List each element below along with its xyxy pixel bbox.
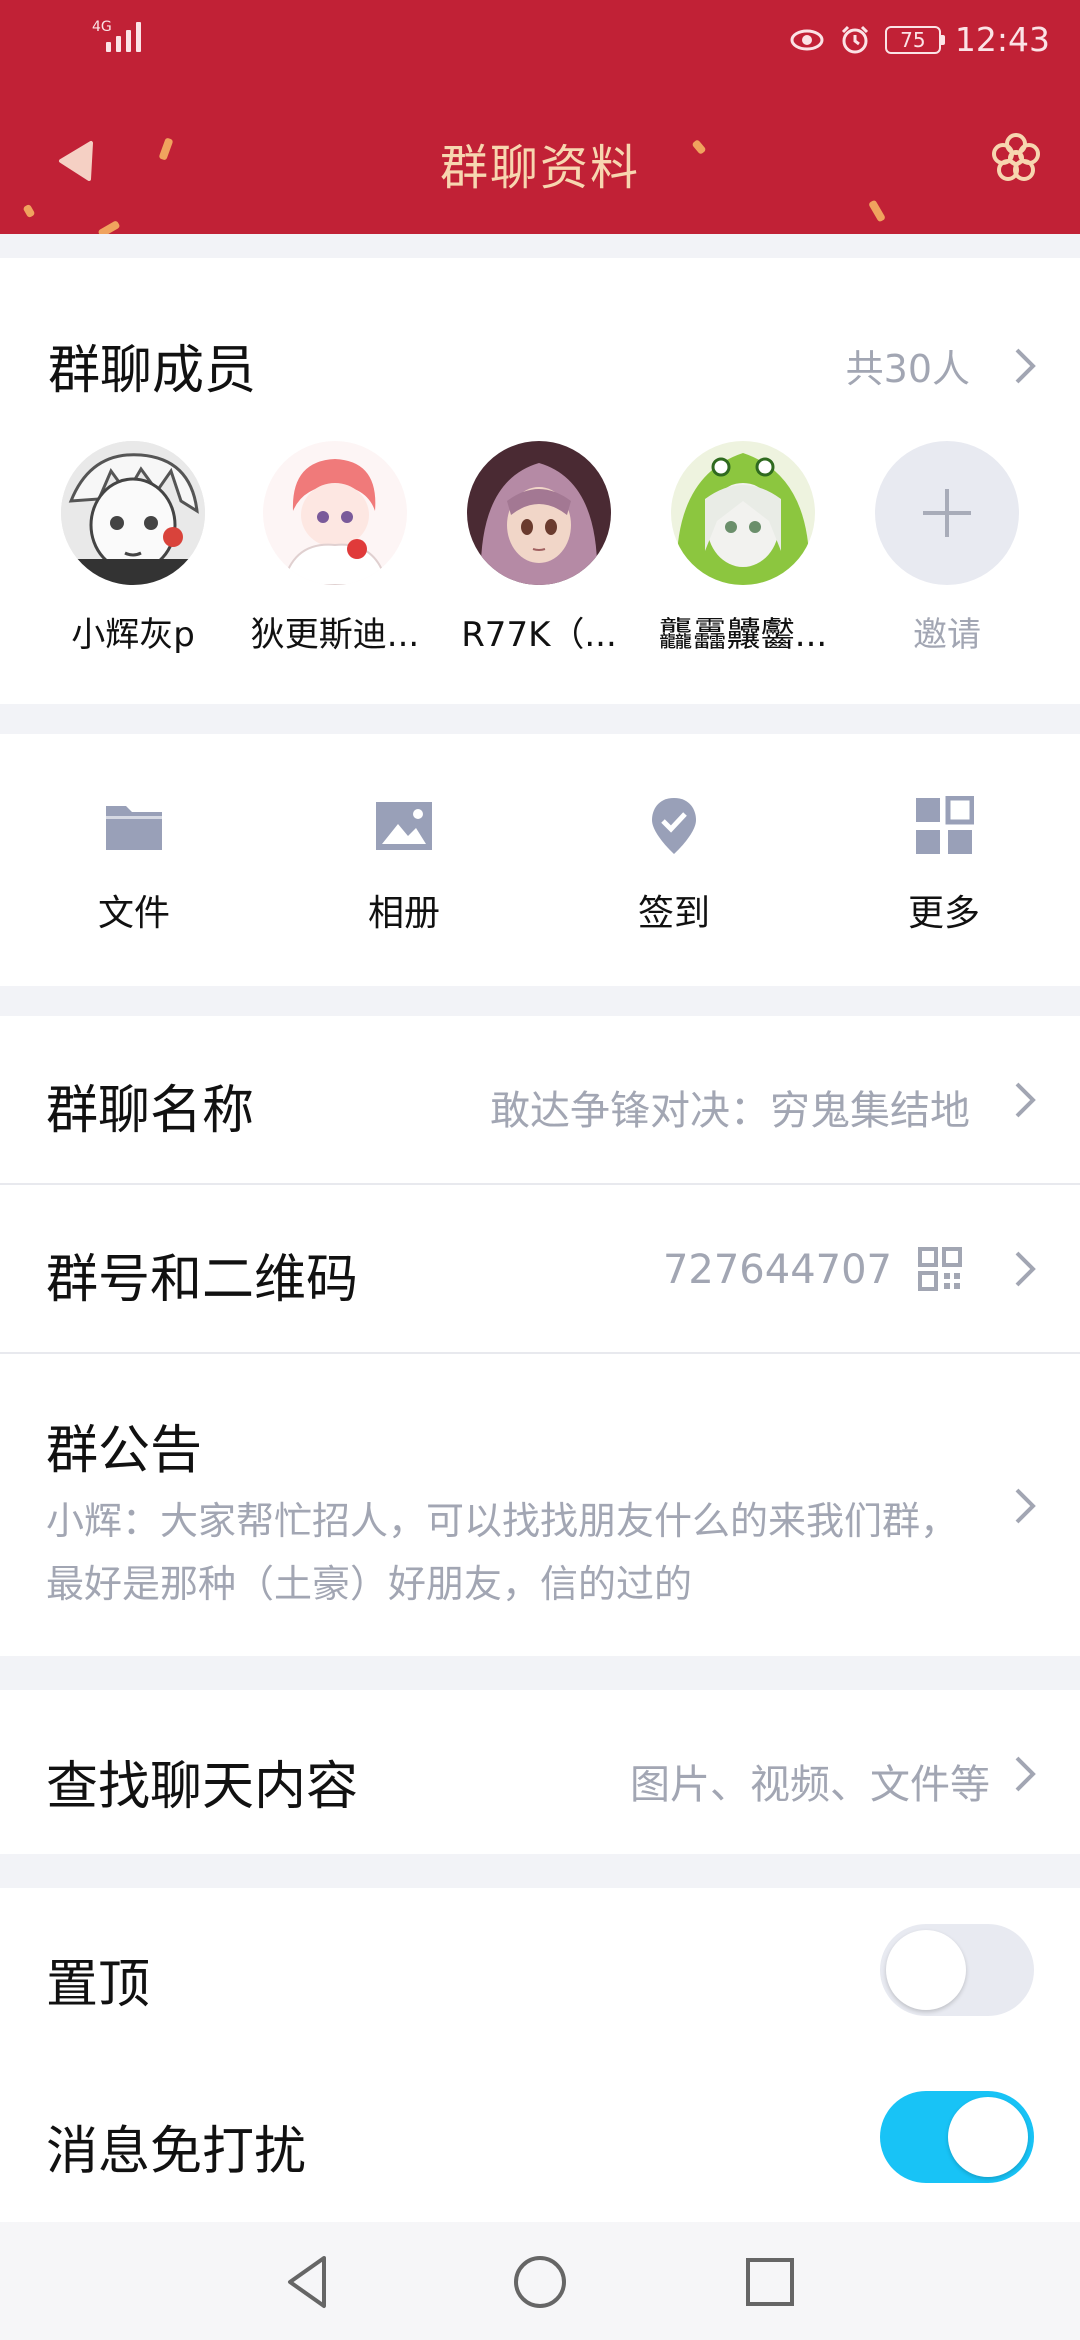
signal-icon [106, 22, 141, 52]
chevron-right-icon [1015, 1756, 1036, 1792]
member-item[interactable]: 小辉灰p [38, 441, 228, 656]
qr-code-icon [918, 1247, 962, 1291]
member-item[interactable]: 龘靐齉齾... [648, 441, 838, 656]
group-notice-label: 群公告 [46, 1421, 203, 1481]
members-section: 群聊成员 共30人 小辉灰p 狄更斯迪... R77K（... 龘靐齉齾... … [0, 258, 1080, 704]
header-bar: 4G 75 12:43 群聊资料 [0, 0, 1080, 234]
member-item[interactable]: R77K（... [444, 441, 634, 656]
toggle-knob [886, 1930, 966, 2010]
invite-button[interactable]: 邀请 [852, 441, 1042, 656]
toggle-knob [948, 2097, 1028, 2177]
pin-row: 置顶 [0, 1888, 1080, 2055]
group-notice-text: 小辉：大家帮忙招人，可以找找朋友什么的来我们群，最好是那种（土豪）好朋友，信的过… [46, 1499, 959, 1606]
chevron-right-icon [1015, 1082, 1036, 1118]
search-chat-label: 查找聊天内容 [46, 1757, 359, 1817]
confetti-decoration [97, 220, 121, 234]
search-chat-hint: 图片、视频、文件等 [630, 1762, 990, 1808]
group-id-value: 727644707 [662, 1247, 892, 1293]
page-title: 群聊资料 [439, 140, 640, 196]
tool-label: 签到 [637, 893, 710, 934]
nav-home-icon[interactable] [510, 2252, 570, 2312]
member-name: 狄更斯迪... [250, 615, 420, 655]
group-name-row[interactable]: 群聊名称 敢达争锋对决：穷鬼集结地 [0, 1016, 1080, 1183]
avatar [467, 441, 611, 585]
invite-circle [875, 441, 1019, 585]
confetti-decoration [22, 203, 36, 219]
alarm-icon [841, 25, 868, 53]
grid-icon [916, 795, 975, 854]
avatar [263, 441, 407, 585]
invite-label: 邀请 [913, 615, 981, 655]
group-id-label: 群号和二维码 [46, 1250, 359, 1310]
tool-checkin[interactable]: 签到 [584, 796, 764, 936]
clock: 12:43 [954, 20, 1050, 59]
system-nav-bar [0, 2222, 1080, 2340]
group-name-label: 群聊名称 [46, 1081, 255, 1141]
tool-label: 更多 [907, 893, 980, 934]
plus-icon [923, 489, 971, 537]
tool-label: 相册 [367, 893, 440, 934]
status-bar: 4G 75 12:43 [0, 0, 1080, 84]
pin-toggle[interactable] [880, 1924, 1034, 2016]
members-title: 群聊成员 [48, 341, 257, 401]
group-name-value: 敢达争锋对决：穷鬼集结地 [490, 1088, 970, 1134]
tool-files[interactable]: 文件 [44, 796, 224, 936]
member-name: R77K（... [461, 615, 617, 655]
flower-icon [992, 133, 1040, 181]
members-count[interactable]: 共30人 [846, 338, 970, 393]
mute-label: 消息免打扰 [46, 2122, 307, 2182]
chevron-right-icon [1015, 1251, 1036, 1287]
switches-section: 置顶 消息免打扰 [0, 1888, 1080, 2222]
nav-recents-icon[interactable] [740, 2252, 800, 2312]
tool-album[interactable]: 相册 [314, 796, 494, 936]
chevron-right-icon[interactable] [1012, 346, 1038, 386]
tool-more[interactable]: 更多 [854, 795, 1034, 936]
pin-label: 置顶 [46, 1955, 151, 2015]
avatar [671, 441, 815, 585]
avatar [61, 441, 205, 585]
member-name: 龘靐齉齾... [658, 615, 828, 655]
eye-icon [790, 29, 824, 50]
folder-icon [106, 806, 162, 850]
mute-toggle[interactable] [880, 2091, 1034, 2183]
member-name: 小辉灰p [71, 615, 195, 655]
member-item[interactable]: 狄更斯迪... [240, 441, 430, 656]
group-settings-button[interactable] [988, 130, 1044, 186]
search-chat-row[interactable]: 查找聊天内容 图片、视频、文件等 [0, 1690, 1080, 1854]
chevron-right-icon [1015, 1488, 1036, 1524]
tools-section: 文件 相册 签到 更多 [0, 734, 1080, 986]
group-id-row[interactable]: 群号和二维码 727644707 [0, 1185, 1080, 1352]
nav-back-icon[interactable] [280, 2252, 340, 2312]
confetti-decoration [868, 199, 886, 223]
image-icon [376, 802, 432, 850]
battery-indicator: 75 [884, 25, 945, 54]
tool-label: 文件 [97, 893, 170, 934]
mute-row: 消息免打扰 [0, 2055, 1080, 2222]
location-check-icon [652, 798, 696, 854]
